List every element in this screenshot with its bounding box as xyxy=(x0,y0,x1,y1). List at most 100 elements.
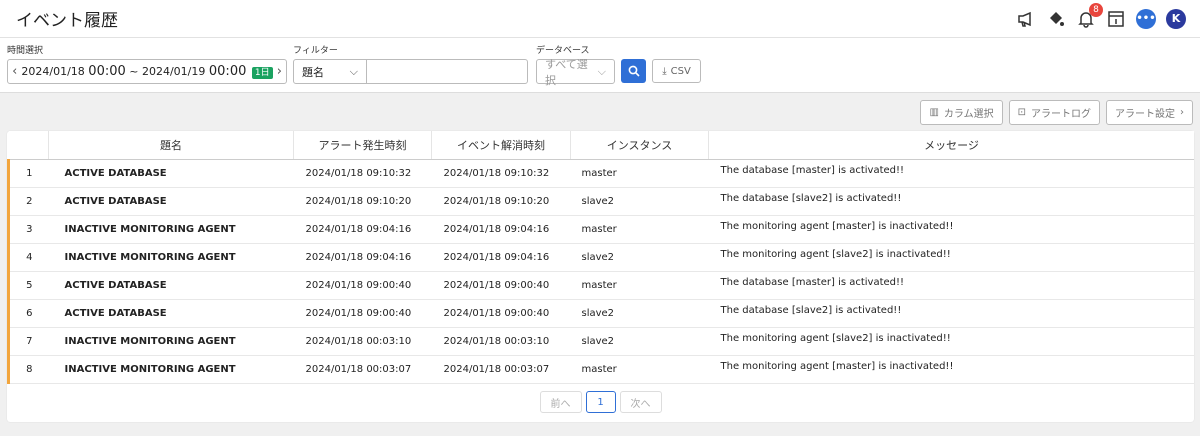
prev-page-button[interactable]: 前へ xyxy=(539,391,582,413)
row-resolved: 2024/01/18 09:04:16 xyxy=(431,215,571,244)
time-start-hm: 00:00 xyxy=(88,64,126,79)
row-occurred: 2024/01/18 00:03:07 xyxy=(293,355,432,384)
page-1-button[interactable]: 1 xyxy=(585,391,616,413)
column-select-label: カラム選択 xyxy=(943,109,994,120)
row-instance: slave2 xyxy=(570,187,709,216)
row-number: 2 xyxy=(7,187,49,216)
table-row[interactable]: 2 ACTIVE DATABASE 2024/01/18 09:10:20 2024/… xyxy=(7,187,1194,216)
row-occurred: 2024/01/18 09:00:40 xyxy=(293,299,432,328)
time-end-hm: 00:00 xyxy=(208,64,247,79)
table-row[interactable]: 6 ACTIVE DATABASE 2024/01/18 09:00:40 2024/… xyxy=(7,299,1194,328)
chevron-right-icon[interactable]: › xyxy=(273,64,286,79)
filter-field-select[interactable]: 題名 ⌵ xyxy=(293,59,367,84)
row-message: The database [master] is activated!! xyxy=(708,159,1194,188)
chevron-down-icon: ⌵ xyxy=(349,64,358,78)
search-button[interactable] xyxy=(621,59,646,83)
row-occurred: 2024/01/18 09:04:16 xyxy=(293,243,432,272)
row-occurred: 2024/01/18 09:10:32 xyxy=(293,159,432,188)
filter-label: フィルター xyxy=(293,46,338,56)
chevron-left-icon[interactable]: ‹ xyxy=(8,64,21,79)
notification-badge: 8 xyxy=(1089,2,1103,17)
row-message: The monitoring agent [slave2] is inactiv… xyxy=(708,327,1194,356)
database-label: データベース xyxy=(536,46,590,56)
row-message: The database [master] is activated!! xyxy=(708,271,1194,300)
search-icon xyxy=(628,65,640,77)
row-title: ACTIVE DATABASE xyxy=(48,187,294,216)
row-message: The monitoring agent [slave2] is inactiv… xyxy=(708,243,1194,272)
row-occurred: 2024/01/18 00:03:10 xyxy=(293,327,432,356)
row-message: The monitoring agent [master] is inactiv… xyxy=(708,355,1194,384)
time-start-date: 2024/01/18 xyxy=(21,65,85,78)
database-select[interactable]: すべて選択 ⌵ xyxy=(536,58,615,87)
table-header-row: 題名 アラート発生時刻 イベント解消時刻 インスタンス メッセージ xyxy=(8,131,1194,160)
col-header-resolved[interactable]: イベント解消時刻 xyxy=(431,131,571,160)
row-instance: slave2 xyxy=(570,299,709,328)
download-icon: ⤓ xyxy=(662,65,667,77)
bell-icon[interactable]: 8 xyxy=(1076,2,1103,29)
row-number: 4 xyxy=(7,243,49,272)
row-title: INACTIVE MONITORING AGENT xyxy=(48,243,294,272)
table-row[interactable]: 5 ACTIVE DATABASE 2024/01/18 09:00:40 2024/… xyxy=(7,271,1194,300)
row-occurred: 2024/01/18 09:10:20 xyxy=(293,187,432,216)
col-header-no xyxy=(8,131,49,160)
time-separator: ~ xyxy=(129,65,139,78)
row-title: ACTIVE DATABASE xyxy=(48,299,294,328)
row-message: The database [slave2] is activated!! xyxy=(708,299,1194,328)
row-number: 8 xyxy=(7,355,49,384)
filter-bar: 時間選択 ‹ 2024/01/18 00:00 ~ 2024/01/19 00:… xyxy=(0,38,1200,93)
row-number: 7 xyxy=(7,327,49,356)
row-instance: master xyxy=(570,271,709,300)
row-resolved: 2024/01/18 09:00:40 xyxy=(431,299,571,328)
next-page-button[interactable]: 次へ xyxy=(619,391,662,413)
table-row[interactable]: 8 INACTIVE MONITORING AGENT 2024/01/18 00:… xyxy=(7,355,1194,384)
megaphone-icon[interactable] xyxy=(1016,9,1036,29)
table-row[interactable]: 7 INACTIVE MONITORING AGENT 2024/01/18 00:… xyxy=(7,327,1194,356)
chevron-right-icon: › xyxy=(1180,107,1184,118)
row-message: The database [slave2] is activated!! xyxy=(708,187,1194,216)
row-resolved: 2024/01/18 09:10:20 xyxy=(431,187,571,216)
columns-icon: ▥ xyxy=(929,107,939,118)
row-title: ACTIVE DATABASE xyxy=(48,159,294,188)
column-select-button[interactable]: ▥ カラム選択 xyxy=(920,100,1003,125)
row-instance: master xyxy=(570,355,709,384)
alert-log-button[interactable]: ⊡ アラートログ xyxy=(1008,100,1100,125)
col-header-occurred[interactable]: アラート発生時刻 xyxy=(293,131,432,160)
row-resolved: 2024/01/18 09:00:40 xyxy=(431,271,571,300)
csv-label: CSV xyxy=(670,65,691,77)
row-occurred: 2024/01/18 09:04:16 xyxy=(293,215,432,244)
alert-settings-label: アラート設定 xyxy=(1115,109,1175,120)
row-title: INACTIVE MONITORING AGENT xyxy=(48,215,294,244)
col-header-message[interactable]: メッセージ xyxy=(708,131,1194,160)
table-row[interactable]: 1 ACTIVE DATABASE 2024/01/18 09:10:32 2024/… xyxy=(7,159,1194,188)
paint-bucket-icon[interactable] xyxy=(1046,9,1066,29)
csv-download-button[interactable]: ⤓ CSV xyxy=(652,59,701,83)
table-row[interactable]: 3 INACTIVE MONITORING AGENT 2024/01/18 09:… xyxy=(7,215,1194,244)
row-number: 5 xyxy=(7,271,49,300)
table-row[interactable]: 4 INACTIVE MONITORING AGENT 2024/01/18 09:… xyxy=(7,243,1194,272)
col-header-instance[interactable]: インスタンス xyxy=(570,131,709,160)
row-instance: master xyxy=(570,215,709,244)
filter-text-input[interactable] xyxy=(366,59,528,84)
avatar[interactable]: K xyxy=(1166,8,1186,29)
chevron-down-icon: ⌵ xyxy=(597,64,606,78)
time-select-label: 時間選択 xyxy=(7,46,44,56)
row-occurred: 2024/01/18 09:00:40 xyxy=(293,271,432,300)
alert-log-label: アラートログ xyxy=(1031,109,1091,120)
row-resolved: 2024/01/18 09:10:32 xyxy=(431,159,571,188)
row-message: The monitoring agent [master] is inactiv… xyxy=(708,215,1194,244)
col-header-title[interactable]: 題名 xyxy=(48,131,294,160)
row-number: 6 xyxy=(7,299,49,328)
filter-field-value: 題名 xyxy=(302,65,324,79)
alert-settings-button[interactable]: アラート設定 › xyxy=(1106,100,1193,125)
row-number: 3 xyxy=(7,215,49,244)
row-title: INACTIVE MONITORING AGENT xyxy=(48,355,294,384)
row-instance: slave2 xyxy=(570,243,709,272)
chat-icon[interactable]: ••• xyxy=(1136,8,1156,29)
top-bar: イベント履歴 8 ••• K xyxy=(0,0,1200,38)
row-resolved: 2024/01/18 00:03:07 xyxy=(431,355,571,384)
time-range-selector[interactable]: ‹ 2024/01/18 00:00 ~ 2024/01/19 00:00 1日… xyxy=(7,59,287,84)
time-range-value[interactable]: 2024/01/18 00:00 ~ 2024/01/19 00:00 1日 xyxy=(21,64,273,79)
row-resolved: 2024/01/18 09:04:16 xyxy=(431,243,571,272)
info-window-icon[interactable] xyxy=(1106,9,1126,29)
row-title: INACTIVE MONITORING AGENT xyxy=(48,327,294,356)
